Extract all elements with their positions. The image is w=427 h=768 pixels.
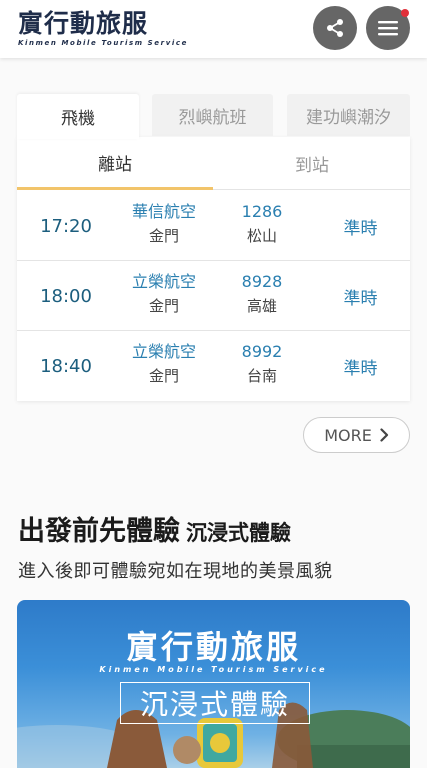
airline-name: 華信航空	[131, 202, 196, 221]
flight-type-tabs: 飛機 烈嶼航班 建功嶼潮汐	[17, 94, 410, 139]
destination: 松山	[246, 227, 277, 245]
origin: 金門	[148, 367, 179, 385]
menu-button[interactable]	[366, 6, 410, 50]
tab-jiangongyu-tide[interactable]: 建功嶼潮汐	[287, 94, 410, 136]
tab-arrivals[interactable]: 到站	[214, 137, 410, 190]
banner-box-text: 沉浸式體驗	[120, 682, 310, 724]
flight-row[interactable]: 17:20 華信航空 金門 1286 松山 準時	[17, 191, 410, 261]
flight-row[interactable]: 18:40 立榮航空 金門 8992 台南 準時	[17, 331, 410, 401]
flight-status: 準時	[343, 358, 378, 379]
share-button[interactable]	[313, 6, 357, 50]
airline-name: 立榮航空	[131, 342, 196, 361]
app-logo[interactable]: 賔行動旅服 Kinmen Mobile Tourism Service	[18, 10, 188, 48]
chevron-right-icon	[380, 428, 388, 442]
tab-airplane[interactable]: 飛機	[17, 94, 139, 139]
banner-logo-text: 賔行動旅服	[125, 628, 301, 666]
section-subtitle: 沉浸式體驗	[186, 521, 291, 545]
logo-subtext: Kinmen Mobile Tourism Service	[18, 39, 188, 47]
flight-time: 18:40	[40, 355, 92, 377]
flight-time: 17:20	[40, 215, 92, 237]
banner-logo-subtext: Kinmen Mobile Tourism Service	[99, 665, 328, 674]
share-icon	[327, 19, 343, 37]
section-title: 出發前先體驗	[18, 516, 180, 547]
logo-text: 賔行動旅服	[18, 9, 149, 38]
more-button[interactable]: MORE	[303, 417, 410, 453]
notification-dot	[401, 9, 409, 17]
flight-info-card: 離站 到站 17:20 華信航空 金門 1286 松山 準時 18:00 立榮航…	[17, 137, 410, 401]
section-description: 進入後即可體驗宛如在現地的美景風貌	[18, 561, 333, 582]
tab-lieyu-ferry[interactable]: 烈嶼航班	[152, 94, 273, 136]
flight-status: 準時	[343, 218, 378, 239]
destination: 台南	[246, 367, 277, 385]
flight-number: 8992	[241, 342, 283, 361]
origin: 金門	[148, 297, 179, 315]
more-button-label: MORE	[324, 425, 372, 445]
immersive-experience-banner[interactable]: 賔行動旅服 Kinmen Mobile Tourism Service 沉浸式體…	[17, 600, 410, 768]
flight-number: 8928	[241, 272, 283, 291]
airline-name: 立榮航空	[131, 272, 196, 291]
flight-row[interactable]: 18:00 立榮航空 金門 8928 高雄 準時	[17, 261, 410, 331]
flight-number: 1286	[241, 202, 283, 221]
tab-departures[interactable]: 離站	[17, 137, 213, 190]
flight-time: 18:00	[40, 285, 92, 307]
app-header: 賔行動旅服 Kinmen Mobile Tourism Service	[0, 0, 427, 58]
flight-status: 準時	[343, 288, 378, 309]
direction-tabs: 離站 到站	[17, 137, 410, 190]
section-heading: 出發前先體驗 沉浸式體驗	[18, 509, 291, 548]
hamburger-menu-icon	[378, 21, 398, 36]
destination: 高雄	[246, 297, 277, 315]
origin: 金門	[148, 227, 179, 245]
